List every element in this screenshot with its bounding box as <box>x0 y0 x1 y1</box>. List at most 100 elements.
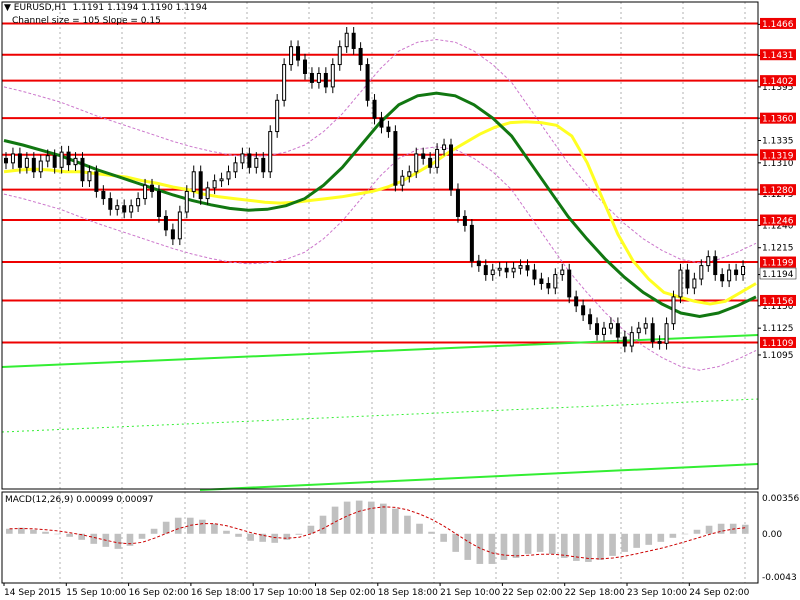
macd-bar <box>138 533 146 539</box>
macd-bar <box>66 533 73 537</box>
macd-bar <box>319 515 327 534</box>
candle-body <box>94 171 99 192</box>
time-tick-label: 22 Sep 02:00 <box>502 588 562 598</box>
candle-body <box>504 267 509 273</box>
candle-body <box>316 72 321 83</box>
macd-bar <box>355 500 363 534</box>
macd-bar <box>633 533 640 548</box>
macd-bar <box>548 533 556 554</box>
candle-body <box>296 46 301 61</box>
time-tick-label: 18 Sep 18:00 <box>378 588 438 598</box>
level-tag-text: 1.1109 <box>762 339 794 349</box>
candle-body <box>80 157 85 182</box>
candle-body <box>66 151 71 166</box>
level-tag-text: 1.1319 <box>762 151 794 161</box>
macd-bar <box>597 533 604 560</box>
candle-body <box>254 157 259 168</box>
time-tick-label: 17 Sep 10:00 <box>253 588 313 598</box>
macd-bar <box>416 523 423 534</box>
macd-bar <box>741 524 749 534</box>
price-tick-label: 1.1095 <box>762 351 794 361</box>
macd-bar <box>114 533 122 549</box>
candle-body <box>275 99 280 133</box>
macd-bar <box>464 533 472 560</box>
macd-bar <box>669 533 677 538</box>
candle-body <box>17 153 22 168</box>
macd-bar <box>235 533 242 537</box>
price-tick-label: 1.1335 <box>762 137 794 147</box>
candle-body <box>289 46 294 66</box>
macd-bar <box>42 531 49 534</box>
candle-body <box>240 153 245 164</box>
macd-bar <box>295 533 303 535</box>
macd-bar <box>90 533 98 544</box>
macd-bar <box>452 533 460 552</box>
macd-bar <box>404 515 411 534</box>
level-tag-text: 1.1402 <box>762 77 794 87</box>
macd-bar <box>705 525 713 534</box>
candle-body <box>407 171 412 177</box>
candle-body <box>476 260 481 267</box>
candle-body <box>497 267 502 271</box>
eurusd-chart[interactable]: 1.14651.14301.13951.13601.13351.13101.12… <box>0 0 800 600</box>
candle-body <box>4 157 8 164</box>
candle-body <box>734 269 739 276</box>
candle-body <box>170 229 175 240</box>
candle-body <box>518 265 523 269</box>
candle-body <box>511 267 516 273</box>
macd-signal-line <box>9 506 746 560</box>
candle-body <box>706 256 711 267</box>
candle-body <box>560 269 565 276</box>
macd-bar <box>223 530 230 534</box>
candle-body <box>615 323 620 338</box>
level-tag-text: 1.1246 <box>762 217 794 227</box>
candle-body <box>108 198 113 210</box>
macd-tick-label: 0.00356 <box>762 494 799 504</box>
candle-body <box>122 205 127 213</box>
candle-body <box>184 190 189 213</box>
level-tag-text: 1.1431 <box>762 51 794 61</box>
macd-bar <box>536 533 544 552</box>
candle-body <box>462 215 467 226</box>
macd-label: MACD(12,26,9) 0.00099 0.00097 <box>5 495 154 505</box>
channel-info: Channel size = 105 Slope = 0.15 <box>12 16 161 26</box>
level-tag-text: 1.1156 <box>762 297 794 307</box>
candle-body <box>657 341 662 344</box>
candle-body <box>720 274 725 282</box>
macd-bar <box>428 531 435 534</box>
candle-body <box>525 265 530 271</box>
macd-bar <box>247 533 254 541</box>
candle-body <box>483 265 488 276</box>
candle-body <box>163 215 168 231</box>
macd-bar <box>30 529 37 534</box>
candle-body <box>386 126 391 133</box>
candle-body <box>87 171 92 182</box>
macd-bar <box>392 508 399 534</box>
macd-bar <box>271 533 279 543</box>
macd-tick-label: -0.0043 <box>762 573 797 583</box>
candle-body <box>24 157 29 168</box>
main-frame <box>1 1 759 490</box>
candle-body <box>490 269 495 276</box>
candle-body <box>219 178 224 182</box>
channel-mid-line <box>1 398 759 433</box>
price-tick-label: 1.1125 <box>762 324 794 334</box>
macd-bar <box>560 533 568 558</box>
time-axis: 14 Sep 2015 15 Sep 10:00 16 Sep 02:00 16 Se… <box>3 583 750 598</box>
candle-body <box>581 305 586 316</box>
candle-body <box>233 162 238 173</box>
price-channel[interactable] <box>1 334 759 491</box>
dropdown-triangle-icon[interactable]: ▼ <box>4 3 14 13</box>
current-price-text: 1.1194 <box>762 270 794 280</box>
candle-body <box>379 117 384 128</box>
candle-body <box>428 157 433 168</box>
macd-bar <box>476 533 484 564</box>
macd-bar <box>693 529 701 534</box>
candle-body <box>692 278 697 289</box>
macd-panel: 0.00356 0.00 -0.0043 <box>6 494 799 583</box>
candle-body <box>212 180 217 189</box>
candle-body <box>365 64 370 101</box>
candle-body <box>553 274 558 289</box>
channel-lower-line <box>199 463 759 491</box>
macd-bar <box>211 523 218 534</box>
